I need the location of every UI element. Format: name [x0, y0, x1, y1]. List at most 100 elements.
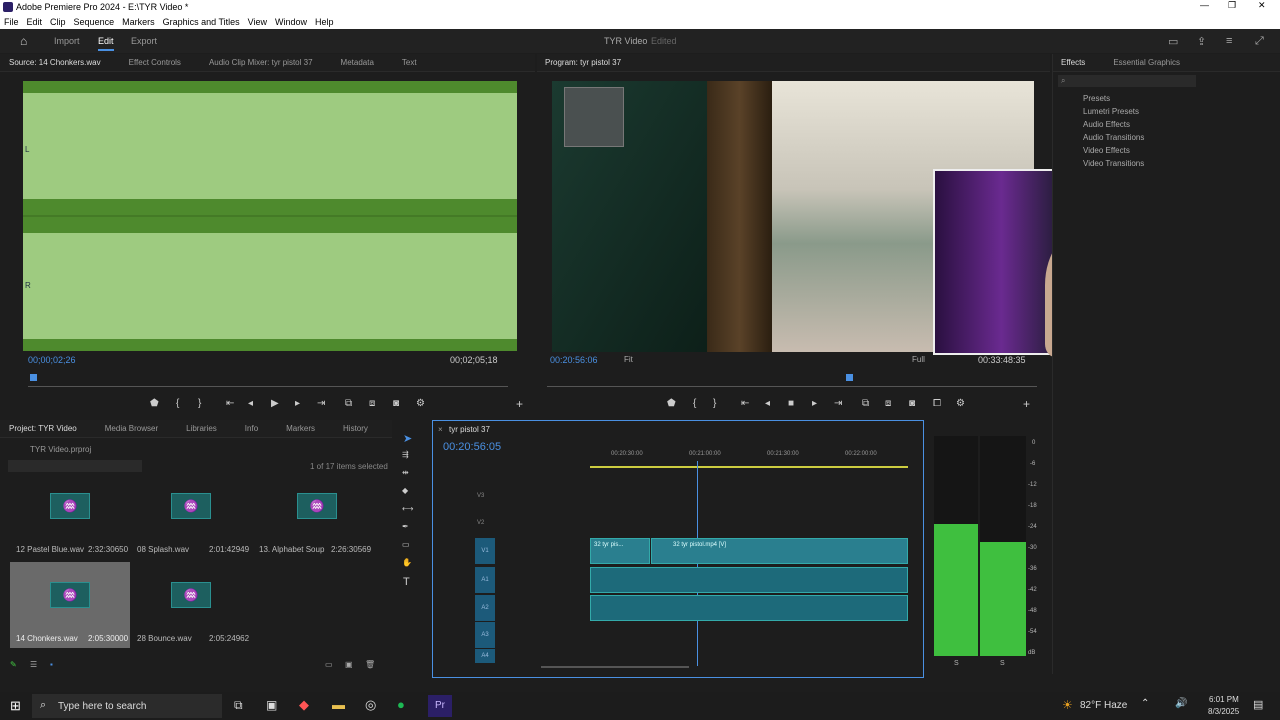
taskbar-search[interactable]: ⌕ Type here to search — [32, 694, 222, 718]
time-ruler[interactable] — [590, 466, 908, 468]
video-clip-1[interactable]: 32 tyr pis... — [590, 538, 650, 564]
solo-right[interactable]: S — [1000, 660, 1005, 667]
overwrite-icon[interactable]: ⧈ — [369, 398, 375, 409]
tab-essential-graphics[interactable]: Essential Graphics — [1113, 58, 1180, 67]
menu-graphics[interactable]: Graphics and Titles — [163, 17, 240, 27]
notifications-icon[interactable]: ▤ — [1253, 698, 1263, 711]
go-to-out-icon[interactable]: ⇥ — [317, 398, 325, 409]
effects-item-video-transitions[interactable]: Video Transitions — [1061, 159, 1261, 172]
program-camera-icon[interactable]: ◙ — [909, 398, 915, 409]
track-a1[interactable]: A1 — [475, 567, 495, 593]
track-a4[interactable]: A4 — [475, 649, 495, 663]
program-step-forward-icon[interactable]: ▸ — [812, 398, 817, 409]
source-scrubber[interactable] — [28, 386, 508, 387]
program-playhead[interactable] — [846, 374, 853, 381]
program-stop-icon[interactable]: ■ — [788, 398, 794, 409]
timeline-zoom-bar[interactable] — [541, 666, 689, 668]
play-icon[interactable]: ▶ — [271, 398, 279, 409]
program-go-to-in-icon[interactable]: ⇤ — [741, 398, 749, 409]
fullscreen-icon[interactable]: ⤢ — [1255, 35, 1264, 48]
track-v1[interactable]: V1 — [475, 538, 495, 564]
program-marker-icon[interactable]: ⬟ — [667, 398, 676, 409]
minimize-icon[interactable]: — — [1200, 0, 1209, 10]
extract-icon[interactable]: ⧈ — [885, 398, 891, 409]
effects-item-presets[interactable]: Presets — [1061, 94, 1261, 107]
project-item-3[interactable]: ♒ 14 Chonkers.wav 2:05:30000 — [10, 562, 130, 648]
home-icon[interactable]: ⌂ — [20, 34, 27, 48]
project-item-2[interactable]: ♒ 13. Alphabet Soup... 2:26:30569 — [253, 490, 375, 560]
tab-history[interactable]: History — [343, 424, 368, 433]
video-clip-2[interactable]: 32 tyr pistol.mp4 [V] — [651, 538, 908, 564]
type-tool-icon[interactable]: T — [403, 576, 410, 588]
pencil-icon[interactable]: ✎ — [10, 660, 17, 669]
close-sequence-icon[interactable]: × — [438, 425, 443, 434]
track-v3[interactable]: V3 — [477, 493, 484, 499]
hand-tool-icon[interactable]: ✋ — [402, 558, 412, 567]
project-item-1[interactable]: ♒ 08 Splash.wav 2:01:42949 — [131, 490, 249, 560]
effects-item-video-effects[interactable]: Video Effects — [1061, 146, 1261, 159]
delete-icon[interactable]: 🗑 — [365, 660, 375, 669]
program-step-back-icon[interactable]: ◂ — [765, 398, 770, 409]
program-mark-out-icon[interactable]: } — [713, 398, 716, 409]
track-select-icon[interactable]: ⇶ — [402, 450, 409, 459]
tab-media-browser[interactable]: Media Browser — [105, 424, 158, 433]
tab-project[interactable]: Project: TYR Video — [9, 424, 77, 433]
new-bin-icon[interactable]: ▭ — [325, 660, 333, 669]
tray-chevron-icon[interactable]: ⌃ — [1141, 698, 1149, 709]
file-explorer-icon[interactable]: ▬ — [332, 697, 345, 712]
quick-export-icon[interactable]: ▭ — [1168, 35, 1178, 48]
menu-help[interactable]: Help — [315, 17, 334, 27]
mark-out-icon[interactable]: } — [198, 398, 201, 409]
pen-tool-icon[interactable]: ✒ — [402, 522, 409, 531]
volume-icon[interactable]: 🔊 — [1175, 698, 1187, 709]
tab-export[interactable]: Export — [131, 36, 157, 46]
program-scrubber[interactable] — [547, 386, 1037, 387]
menu-view[interactable]: View — [248, 17, 267, 27]
effects-item-audio-transitions[interactable]: Audio Transitions — [1061, 133, 1261, 146]
restore-icon[interactable]: ❐ — [1228, 0, 1236, 11]
timeline-timecode[interactable]: 00:20:56:05 — [443, 441, 501, 453]
workspaces-menu-icon[interactable]: ≡ — [1226, 35, 1232, 47]
program-go-to-out-icon[interactable]: ⇥ — [834, 398, 842, 409]
menu-window[interactable]: Window — [275, 17, 307, 27]
task-view-icon[interactable]: ⧉ — [234, 698, 243, 713]
ripple-edit-icon[interactable]: ⇹ — [402, 468, 409, 477]
compare-icon[interactable]: ⧠ — [933, 398, 941, 409]
program-settings-icon[interactable]: ⚙ — [956, 398, 965, 409]
tab-edit[interactable]: Edit — [98, 36, 114, 51]
spotify-icon[interactable]: ● — [397, 697, 405, 712]
mark-in-icon[interactable]: { — [176, 398, 179, 409]
step-back-icon[interactable]: ◂ — [248, 398, 253, 409]
menu-file[interactable]: File — [4, 17, 19, 27]
audio-clip-a2[interactable] — [590, 595, 908, 621]
sequence-tab[interactable]: tyr pistol 37 — [449, 425, 490, 434]
clock-date[interactable]: 8/3/2025 — [1208, 707, 1239, 716]
icon-view-icon[interactable]: ▪ — [50, 660, 53, 669]
tab-markers[interactable]: Markers — [286, 424, 315, 433]
audio-clip-a1[interactable] — [590, 567, 908, 593]
chrome-icon[interactable]: ◎ — [365, 697, 376, 713]
tab-metadata[interactable]: Metadata — [341, 58, 374, 67]
add-button-icon[interactable]: + — [516, 397, 523, 411]
razor-tool-icon[interactable]: ◆ — [402, 486, 408, 495]
fit-dropdown[interactable]: Fit — [624, 355, 633, 364]
menu-sequence[interactable]: Sequence — [74, 17, 115, 27]
source-playhead[interactable] — [30, 374, 37, 381]
step-forward-icon[interactable]: ▸ — [295, 398, 300, 409]
lift-icon[interactable]: ⧉ — [862, 398, 869, 409]
new-item-icon[interactable]: ▣ — [345, 660, 353, 669]
project-search-input[interactable] — [8, 460, 142, 472]
source-timecode[interactable]: 00;00;02;26 — [28, 355, 76, 365]
brave-icon[interactable]: ◆ — [299, 697, 309, 713]
quality-dropdown[interactable]: Full — [912, 355, 925, 364]
effects-item-audio-effects[interactable]: Audio Effects — [1061, 120, 1261, 133]
program-mark-in-icon[interactable]: { — [693, 398, 696, 409]
track-a3[interactable]: A3 — [475, 622, 495, 648]
marker-icon[interactable]: ⬟ — [150, 398, 159, 409]
track-a2[interactable]: A2 — [475, 595, 495, 621]
track-v2[interactable]: V2 — [477, 520, 484, 526]
menu-edit[interactable]: Edit — [27, 17, 43, 27]
app-icon-1[interactable]: ▣ — [266, 698, 277, 712]
menu-markers[interactable]: Markers — [122, 17, 155, 27]
effects-item-lumetri[interactable]: Lumetri Presets — [1061, 107, 1261, 120]
